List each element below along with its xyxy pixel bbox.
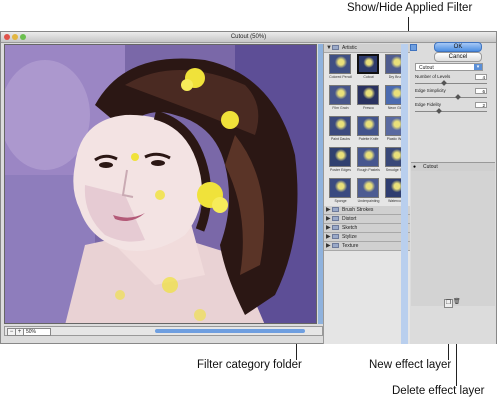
folder-label: Distort <box>342 216 357 222</box>
gallery-scrollbar[interactable] <box>401 44 408 344</box>
folder-artistic[interactable]: ▼ Artistic <box>324 44 410 53</box>
parameter-slider[interactable] <box>415 111 487 112</box>
filter-thumbnail[interactable] <box>329 85 351 105</box>
filter-thumbnail-label: Sponge <box>334 199 347 203</box>
parameter-label: Edge Fidelity <box>415 102 442 107</box>
parameter-slider[interactable] <box>415 97 487 98</box>
callout-show-hide: Show/Hide Applied Filter <box>347 2 473 14</box>
collapsed-triangle-icon[interactable]: ▶ <box>326 215 331 223</box>
parameter-value-field[interactable]: 6 <box>475 88 487 94</box>
filter-thumbnail[interactable] <box>329 147 351 167</box>
parameter-label: Number of Levels <box>415 74 451 79</box>
filter-thumbnail[interactable] <box>357 147 379 167</box>
filter-thumbnail[interactable] <box>329 178 351 198</box>
filter-parameter: Number of Levels 4 <box>415 74 487 88</box>
parameter-label: Edge Simplicity <box>415 88 446 93</box>
filter-thumbnail-label: Colored Pencil <box>329 75 352 79</box>
filter-category-folder[interactable]: ▶ Sketch <box>324 224 410 233</box>
filter-category-folder[interactable]: ▶ Stylize <box>324 233 410 242</box>
filter-select-value: Cutout <box>419 65 434 71</box>
filter-thumbnail-label: Palette Knife <box>358 137 379 141</box>
filter-gallery-panel: ▼ Artistic Colored Pencil Cutout Dry Brush… <box>323 44 410 344</box>
effect-layer-name: Cutout <box>423 164 438 170</box>
collapsed-triangle-icon[interactable]: ▶ <box>326 233 331 241</box>
filter-thumbnail-label: Rough Pastels <box>357 168 380 172</box>
folder-icon <box>332 225 339 230</box>
preview-canvas[interactable] <box>4 44 317 324</box>
filter-thumbnail-label: Film Grain <box>332 106 349 110</box>
filter-category-folder[interactable]: ▶ Brush Strokes <box>324 206 410 215</box>
collapsed-triangle-icon[interactable]: ▶ <box>326 242 331 250</box>
callout-category-folder: Filter category folder <box>197 359 302 371</box>
callout-new-layer: New effect layer <box>369 359 452 371</box>
eye-icon[interactable]: ● <box>413 164 416 170</box>
filter-thumbnail-label: Poster Edges <box>329 168 351 172</box>
preview-horizontal-scrollbar[interactable] <box>155 329 305 333</box>
delete-effect-layer-button[interactable]: 🗑 <box>453 299 461 306</box>
parameter-value-field[interactable]: 2 <box>475 102 487 108</box>
filter-thumbnail[interactable] <box>357 116 379 136</box>
slider-knob[interactable] <box>454 94 461 100</box>
folder-label: Brush Strokes <box>342 207 374 213</box>
folder-label: Stylize <box>342 234 357 240</box>
slider-knob[interactable] <box>436 108 443 114</box>
filter-thumbnail[interactable] <box>357 54 379 74</box>
zoom-level-select[interactable]: 50% <box>23 328 51 336</box>
filter-category-folder[interactable]: ▶ Texture <box>324 242 410 251</box>
collapsed-triangle-icon[interactable]: ▶ <box>326 224 331 232</box>
dialog-title: Cutout (50%) <box>230 34 267 40</box>
folder-icon <box>332 234 339 239</box>
cancel-button[interactable]: Cancel <box>434 52 482 62</box>
chevron-down-icon: ▾ <box>474 64 482 70</box>
filter-thumbnail-label: Fresco <box>363 106 374 110</box>
filter-thumbnail[interactable] <box>329 54 351 74</box>
filter-select[interactable]: Cutout ▾ <box>415 63 483 71</box>
folder-label: Texture <box>342 243 359 249</box>
effect-layer-list <box>411 171 495 306</box>
filter-category-folder[interactable]: ▶ Distort <box>324 215 410 224</box>
filter-thumbnail[interactable] <box>357 85 379 105</box>
filter-parameter: Edge Simplicity 6 <box>415 88 487 102</box>
title-bar: Cutout (50%) <box>1 32 496 43</box>
parameter-slider[interactable] <box>415 83 487 84</box>
folder-icon <box>332 216 339 221</box>
show-hide-gallery-button[interactable] <box>410 44 417 51</box>
preview-zoom-bar: − + 50% <box>4 326 323 336</box>
collapsed-triangle-icon[interactable]: ▶ <box>326 206 331 214</box>
folder-icon <box>332 243 339 248</box>
portrait-preview-image <box>5 45 316 323</box>
ok-button[interactable]: OK <box>434 42 482 52</box>
filter-thumbnail-label: Cutout <box>363 75 374 79</box>
folder-icon <box>332 45 339 50</box>
filter-thumbnail[interactable] <box>329 116 351 136</box>
new-effect-layer-button[interactable]: ❐ <box>444 299 453 308</box>
filter-thumbnail[interactable] <box>357 178 379 198</box>
folder-icon <box>332 207 339 212</box>
filter-parameter: Edge Fidelity 2 <box>415 102 487 116</box>
filter-thumbnail-label: Paint Daubs <box>330 137 351 141</box>
parameter-value-field[interactable]: 4 <box>475 74 487 80</box>
callout-delete-layer: Delete effect layer <box>392 385 485 397</box>
slider-knob[interactable] <box>441 80 448 86</box>
folder-label: Sketch <box>342 225 358 231</box>
filter-thumbnail-label: Underpainting <box>357 199 380 203</box>
